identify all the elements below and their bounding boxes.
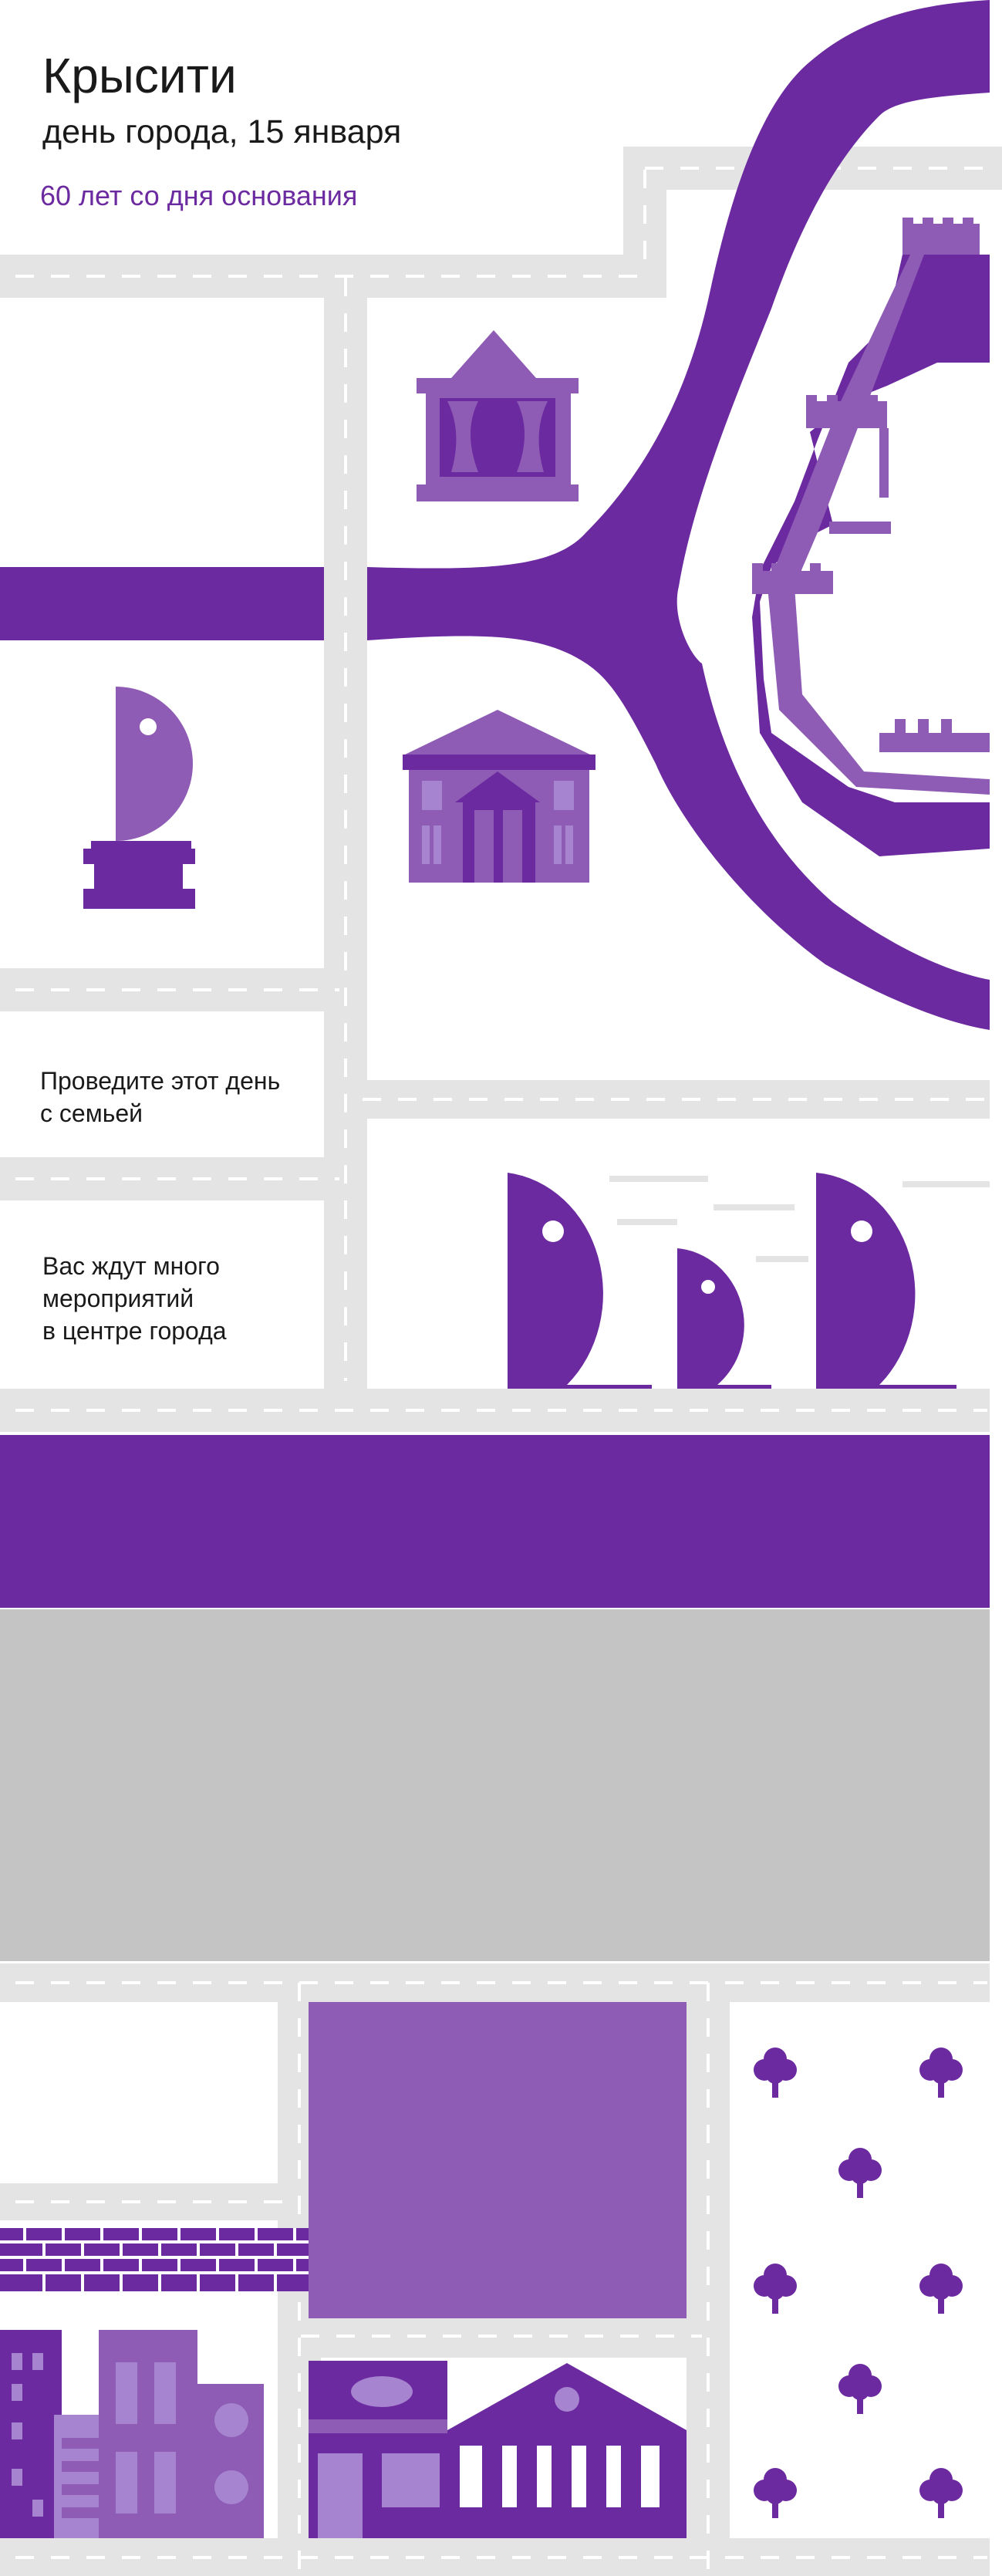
promo-banner bbox=[0, 1435, 990, 1608]
page-title: Крысити bbox=[42, 48, 237, 103]
columned-building-icon bbox=[447, 2363, 687, 2538]
brick-wall-icon bbox=[0, 2228, 309, 2291]
anniversary-text: 60 лет со дня основания bbox=[40, 180, 358, 211]
rat-heads-icon bbox=[508, 1173, 990, 1389]
left-block bbox=[0, 2002, 264, 2181]
tagline-family: Проведите этот день с семьей bbox=[40, 1067, 281, 1127]
apartment-blocks-icon bbox=[0, 2330, 264, 2538]
shopping-center-icon bbox=[309, 2361, 447, 2538]
event-date: день города, 15 января bbox=[42, 113, 402, 150]
central-square bbox=[309, 2002, 687, 2318]
tagline-events: Вас ждут много мероприятий в центре горо… bbox=[42, 1252, 227, 1345]
image-placeholder bbox=[0, 1609, 990, 1961]
